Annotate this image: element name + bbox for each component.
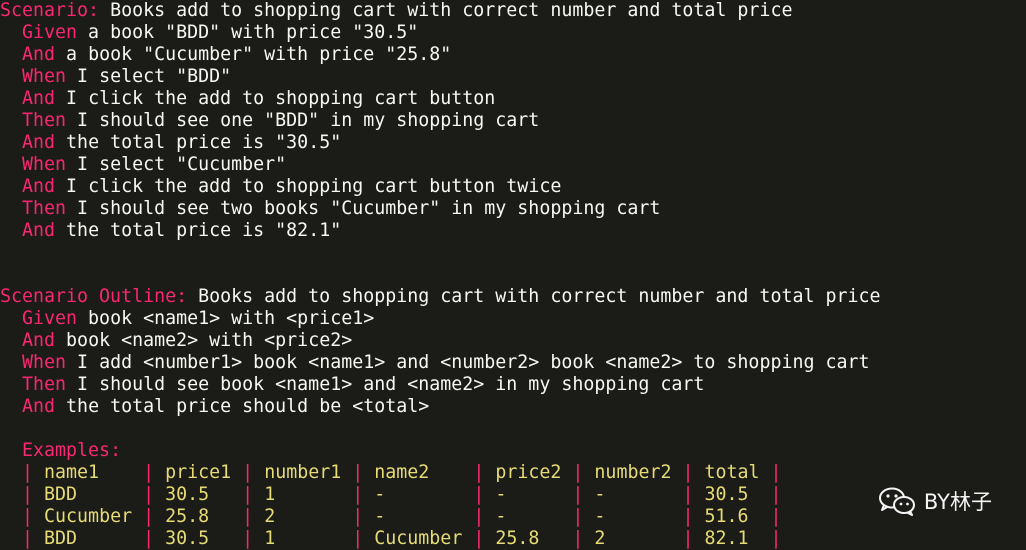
step-text: a book "Cucumber" with price "25.8" (55, 44, 452, 65)
step-text: the total price is "82.1" (55, 220, 342, 241)
step-text: I click the add to shopping cart button … (55, 176, 562, 197)
step-keyword: When (22, 352, 67, 373)
table-cell: 51.6 (693, 506, 771, 527)
step-text: I select "Cucumber" (66, 154, 287, 175)
step-text: I add <number1> book <name1> and <number… (66, 352, 870, 373)
table-cell: 25.8 (154, 506, 243, 527)
watermark: BY林子 (878, 486, 992, 516)
step-text: book <name2> with <price2> (55, 330, 353, 351)
table-row: | BDD | 30.5 | 1 | - | - | - | 30.5 | (22, 484, 782, 505)
step-text: I select "BDD" (66, 66, 232, 87)
table-header-cell: total (693, 462, 771, 483)
table-cell: 2 (253, 506, 353, 527)
table-header-cell: price1 (154, 462, 243, 483)
step-keyword: And (22, 132, 56, 153)
table-cell: 1 (253, 528, 353, 549)
table-header-cell: price2 (484, 462, 573, 483)
step-keyword: When (22, 66, 67, 87)
scenario-step: And I click the add to shopping cart but… (0, 88, 495, 110)
step-text: I click the add to shopping cart button (55, 88, 496, 109)
scenario-title: Books add to shopping cart with correct … (99, 0, 793, 21)
step-keyword: Then (22, 374, 67, 395)
table-cell: 1 (253, 484, 353, 505)
step-keyword: Then (22, 198, 67, 219)
outline-step: When I add <number1> book <name1> and <n… (0, 352, 870, 374)
step-keyword: And (22, 88, 56, 109)
step-keyword: Given (22, 308, 78, 329)
scenario-title-line: Scenario: Books add to shopping cart wit… (0, 0, 792, 22)
scenario-step: When I select "Cucumber" (0, 154, 286, 176)
step-text: the total price is "30.5" (55, 132, 342, 153)
scenario-step: And the total price is "82.1" (0, 220, 341, 242)
table-cell: 2 (583, 528, 683, 549)
table-cell: - (583, 506, 683, 527)
step-text: a book "BDD" with price "30.5" (77, 22, 419, 43)
outline-step: And the total price should be <total> (0, 396, 429, 418)
table-cell: 30.5 (154, 528, 243, 549)
table-cell: 25.8 (484, 528, 573, 549)
watermark-text: BY林子 (923, 490, 992, 514)
table-header-cell: number1 (253, 462, 353, 483)
step-text: the total price should be <total> (55, 396, 430, 417)
table-cell: - (484, 506, 573, 527)
scenario-step: Given a book "BDD" with price "30.5" (0, 22, 418, 44)
scenario-step: When I select "BDD" (0, 66, 231, 88)
step-keyword: When (22, 154, 67, 175)
table-cell: - (363, 506, 474, 527)
outline-keyword: Scenario Outline: (0, 286, 188, 307)
step-keyword: Given (22, 22, 78, 43)
step-keyword: And (22, 396, 56, 417)
table-header-cell: name2 (363, 462, 474, 483)
table-header-cell: number2 (583, 462, 683, 483)
table-cell: BDD (33, 484, 144, 505)
scenario-step: And the total price is "30.5" (0, 132, 341, 154)
table-cell: - (583, 484, 683, 505)
step-text: book <name1> with <price1> (77, 308, 375, 329)
scenario-keyword: Scenario: (0, 0, 100, 21)
examples-header-row: | name1 | price1 | number1 | name2 | pri… (22, 462, 782, 483)
scenario-step: And a book "Cucumber" with price "25.8" (0, 44, 451, 66)
outline-step: Given book <name1> with <price1> (0, 308, 374, 330)
step-keyword: And (22, 44, 56, 65)
table-cell: 30.5 (693, 484, 771, 505)
table-cell: 30.5 (154, 484, 243, 505)
scenario-step: Then I should see one "BDD" in my shoppi… (0, 110, 539, 132)
table-header-cell: name1 (33, 462, 144, 483)
outline-step: Then I should see book <name1> and <name… (0, 374, 704, 396)
step-keyword: Then (22, 110, 67, 131)
outline-title-line: Scenario Outline: Books add to shopping … (0, 286, 881, 308)
table-cell: 82.1 (693, 528, 771, 549)
step-keyword: And (22, 220, 56, 241)
scenario-step: And I click the add to shopping cart but… (0, 176, 561, 198)
outline-title: Books add to shopping cart with correct … (187, 286, 881, 307)
step-text: I should see book <name1> and <name2> in… (66, 374, 705, 395)
step-keyword: And (22, 176, 56, 197)
table-cell: - (363, 484, 474, 505)
wechat-icon (878, 486, 916, 516)
table-cell: - (484, 484, 573, 505)
table-cell: Cucumber (33, 506, 144, 527)
examples-line: Examples: (0, 440, 121, 462)
step-text: I should see two books "Cucumber" in my … (66, 198, 661, 219)
step-keyword: And (22, 330, 56, 351)
table-row: | Cucumber | 25.8 | 2 | - | - | - | 51.6… (22, 506, 782, 527)
examples-keyword: Examples: (22, 440, 122, 461)
step-text: I should see one "BDD" in my shopping ca… (66, 110, 540, 131)
outline-step: And book <name2> with <price2> (0, 330, 352, 352)
table-cell: Cucumber (363, 528, 474, 549)
scenario-step: Then I should see two books "Cucumber" i… (0, 198, 660, 220)
table-cell: BDD (33, 528, 144, 549)
